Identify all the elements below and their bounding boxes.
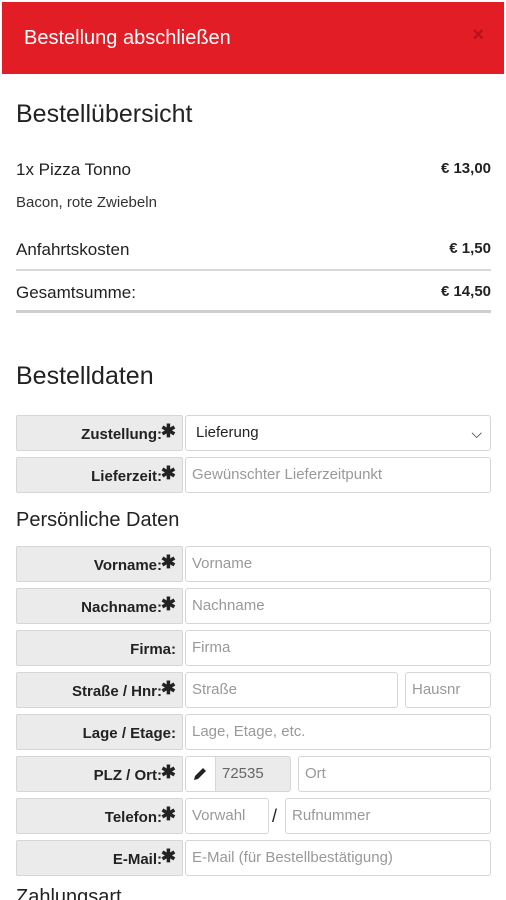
item-name: 1x Pizza Tonno	[16, 160, 131, 179]
phone-label: Telefon: ✱	[16, 798, 183, 834]
house-number-input[interactable]: Hausnr	[405, 672, 491, 708]
pencil-icon	[194, 768, 206, 780]
zip-city-row: PLZ / Ort: ✱ 72535 Ort	[16, 756, 491, 792]
close-icon[interactable]: ×	[472, 24, 484, 47]
required-icon: ✱	[160, 846, 176, 866]
total-label: Gesamtsumme:	[16, 283, 136, 302]
phone-area-input[interactable]: Vorwahl	[185, 798, 269, 834]
item-price: € 13,00	[440, 160, 491, 177]
street-label: Straße / Hnr: ✱	[16, 672, 183, 708]
email-label: E-Mail: ✱	[16, 840, 183, 876]
location-row: Lage / Etage: Lage, Etage, etc.	[16, 714, 491, 750]
firstname-input[interactable]: Vorname	[185, 546, 491, 582]
lastname-label: Nachname: ✱	[16, 588, 183, 624]
phone-separator: /	[272, 806, 278, 826]
street-row: Straße / Hnr: ✱ Straße Hausnr	[16, 672, 491, 708]
delivery-type-row: Zustellung: ✱ Lieferung ⌵	[16, 415, 491, 451]
company-input[interactable]: Firma	[185, 630, 491, 666]
required-icon: ✱	[160, 678, 176, 698]
delivery-type-label: Zustellung: ✱	[16, 415, 183, 451]
city-input[interactable]: Ort	[298, 756, 491, 792]
total-row: Gesamtsumme: € 14,50	[16, 283, 491, 303]
total-price: € 14,50	[440, 283, 491, 300]
required-icon: ✱	[160, 594, 176, 614]
phone-number-input[interactable]: Rufnummer	[285, 798, 491, 834]
street-input[interactable]: Straße	[185, 672, 398, 708]
required-icon: ✱	[160, 804, 176, 824]
delivery-time-row: Lieferzeit: ✱ Gewünschter Lieferzeitpunkt	[16, 457, 491, 493]
payment-title: Zahlungsart	[16, 886, 122, 900]
summary-title: Bestellübersicht	[16, 100, 193, 128]
order-data-title: Bestelldaten	[16, 362, 154, 390]
edit-zip-button[interactable]	[185, 756, 215, 792]
lastname-input[interactable]: Nachname	[185, 588, 491, 624]
required-icon: ✱	[160, 463, 176, 483]
location-input[interactable]: Lage, Etage, etc.	[185, 714, 491, 750]
zip-input[interactable]: 72535	[215, 756, 291, 792]
required-icon: ✱	[160, 552, 176, 572]
item-extras: Bacon, rote Zwiebeln	[16, 194, 157, 211]
chevron-down-icon: ⌵	[471, 425, 482, 441]
delivery-time-label: Lieferzeit: ✱	[16, 457, 183, 493]
delivery-type-select[interactable]: Lieferung ⌵	[185, 415, 491, 451]
divider	[16, 310, 491, 313]
delivery-cost-label: Anfahrtskosten	[16, 240, 130, 259]
company-row: Firma: Firma	[16, 630, 491, 666]
order-item-row: 1x Pizza Tonno € 13,00	[16, 160, 491, 180]
firstname-row: Vorname: ✱ Vorname	[16, 546, 491, 582]
required-icon: ✱	[160, 421, 176, 441]
delivery-time-input[interactable]: Gewünschter Lieferzeitpunkt	[185, 457, 491, 493]
delivery-cost-row: Anfahrtskosten € 1,50	[16, 240, 491, 260]
location-label: Lage / Etage:	[16, 714, 183, 750]
lastname-row: Nachname: ✱ Nachname	[16, 588, 491, 624]
required-icon: ✱	[160, 762, 176, 782]
delivery-cost-price: € 1,50	[449, 240, 491, 257]
modal-title: Bestellung abschließen	[24, 27, 231, 49]
firstname-label: Vorname: ✱	[16, 546, 183, 582]
divider	[16, 269, 491, 271]
email-row: E-Mail: ✱ E-Mail (für Bestellbestätigung)	[16, 840, 491, 876]
zip-city-label: PLZ / Ort: ✱	[16, 756, 183, 792]
personal-data-title: Persönliche Daten	[16, 509, 180, 531]
modal-header: Bestellung abschließen ×	[2, 2, 504, 74]
phone-row: Telefon: ✱ Vorwahl / Rufnummer	[16, 798, 491, 834]
company-label: Firma:	[16, 630, 183, 666]
email-input[interactable]: E-Mail (für Bestellbestätigung)	[185, 840, 491, 876]
